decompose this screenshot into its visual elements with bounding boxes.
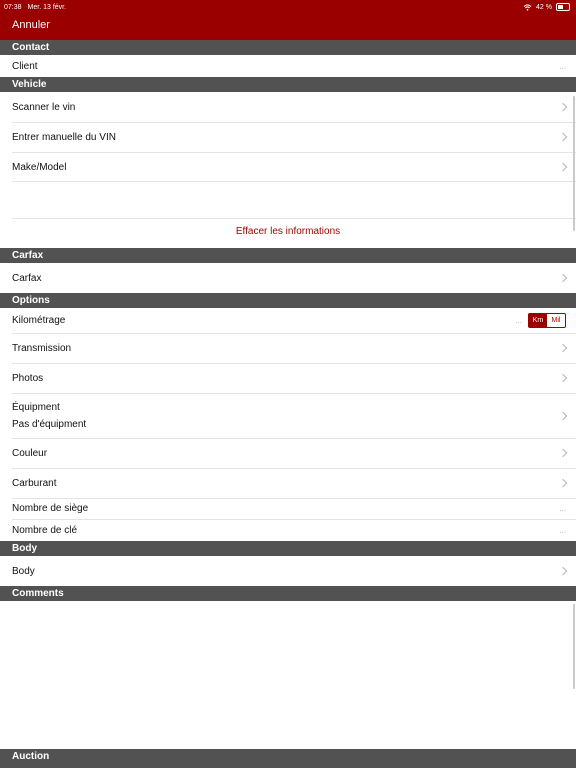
- divider: [12, 218, 576, 219]
- battery-percent: 42 %: [536, 3, 552, 11]
- fuel-row[interactable]: Carburant: [0, 468, 576, 498]
- section-header-carfax: Carfax: [0, 248, 576, 263]
- scrollbar[interactable]: [573, 96, 575, 231]
- client-label: Client: [12, 60, 38, 72]
- manual-vin-row[interactable]: Entrer manuelle du VIN: [0, 122, 576, 152]
- unit-toggle[interactable]: Km Mil: [528, 313, 566, 328]
- comments-scrollbar[interactable]: [573, 604, 575, 689]
- seats-value-placeholder: ...: [559, 504, 566, 513]
- scan-vin-label: Scanner le vin: [12, 101, 76, 113]
- client-value-placeholder: ...: [559, 61, 566, 71]
- battery-icon: [556, 3, 570, 11]
- keys-row[interactable]: Nombre de clé ...: [0, 519, 576, 541]
- color-row[interactable]: Couleur: [0, 438, 576, 468]
- manual-vin-label: Entrer manuelle du VIN: [12, 131, 116, 143]
- body-row[interactable]: Body: [0, 556, 576, 586]
- section-header-options: Options: [0, 293, 576, 308]
- unit-mil-option[interactable]: Mil: [547, 314, 565, 327]
- photos-row[interactable]: Photos: [0, 363, 576, 393]
- make-model-row[interactable]: Make/Model: [0, 152, 576, 182]
- section-header-contact: Contact: [0, 40, 576, 55]
- navigation-bar: 07:38 Mer. 13 févr. 42 % Annuler: [0, 0, 576, 40]
- mileage-value-placeholder: ...: [515, 316, 522, 325]
- scan-vin-row[interactable]: Scanner le vin: [0, 92, 576, 122]
- carfax-label: Carfax: [12, 272, 42, 284]
- chevron-right-icon: [558, 411, 568, 421]
- section-header-vehicle: Vehicle: [0, 77, 576, 92]
- status-date: Mer. 13 févr.: [27, 3, 67, 11]
- transmission-row[interactable]: Transmission: [0, 333, 576, 363]
- keys-label: Nombre de clé: [12, 524, 78, 536]
- wifi-icon: [523, 3, 532, 11]
- carfax-row[interactable]: Carfax: [0, 263, 576, 293]
- section-header-body: Body: [0, 541, 576, 556]
- seats-label: Nombre de siège: [12, 503, 89, 514]
- equipment-label: Équipment: [12, 401, 60, 413]
- unit-km-option[interactable]: Km: [529, 314, 547, 327]
- body-label: Body: [12, 565, 35, 577]
- cancel-button[interactable]: Annuler: [12, 19, 50, 31]
- status-time: 07:38: [4, 3, 22, 11]
- equipment-row[interactable]: Équipment Pas d'équipment: [0, 393, 576, 438]
- equipment-value: Pas d'équipment: [12, 418, 87, 430]
- mileage-label: Kilométrage: [12, 315, 66, 326]
- fuel-label: Carburant: [12, 477, 57, 489]
- transmission-label: Transmission: [12, 342, 72, 354]
- section-header-auction: Auction: [0, 749, 576, 768]
- mileage-row[interactable]: Kilométrage ... Km Mil: [0, 308, 576, 333]
- comments-textarea[interactable]: [0, 601, 576, 749]
- make-model-label: Make/Model: [12, 161, 67, 173]
- status-bar: 07:38 Mer. 13 févr. 42 %: [4, 2, 570, 12]
- photos-label: Photos: [12, 372, 44, 384]
- clear-info-button[interactable]: Effacer les informations: [0, 226, 576, 237]
- client-row[interactable]: Client ...: [0, 55, 576, 77]
- section-header-comments: Comments: [0, 586, 576, 601]
- divider: [12, 181, 576, 182]
- keys-value-placeholder: ...: [559, 525, 566, 535]
- seats-row[interactable]: Nombre de siège ...: [0, 498, 576, 519]
- color-label: Couleur: [12, 447, 48, 459]
